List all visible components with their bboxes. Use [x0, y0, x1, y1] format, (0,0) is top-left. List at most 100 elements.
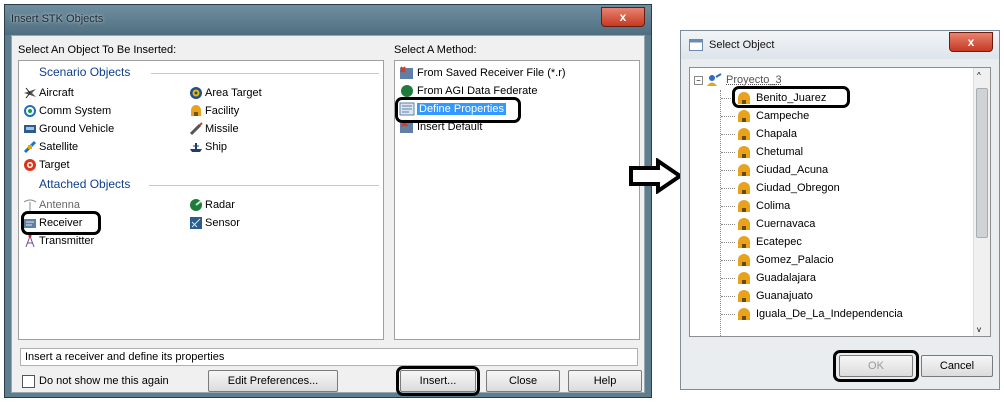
object-missile[interactable]: Missile	[189, 121, 239, 137]
object-area-target[interactable]: Area Target	[189, 85, 262, 101]
tree-branch-line	[721, 314, 735, 315]
receiver-file-icon	[399, 66, 415, 80]
tree-branch-line	[721, 152, 735, 153]
dialog-title: Insert STK Objects	[11, 13, 104, 25]
close-window-button[interactable]: x	[601, 7, 645, 27]
close-button[interactable]: Close	[486, 370, 560, 392]
group-divider	[151, 73, 379, 74]
facility-icon	[736, 145, 752, 159]
transmitter-icon	[23, 234, 37, 248]
tree-branch-line	[721, 188, 735, 189]
object-target[interactable]: Target	[23, 157, 70, 173]
insert-stk-objects-dialog: Insert STK Objects x Select An Object To…	[4, 4, 652, 398]
facility-icon	[736, 307, 752, 321]
dialog-client: Select An Object To Be Inserted: Select …	[11, 35, 645, 396]
tree-item[interactable]: Chapala	[736, 126, 797, 142]
tree-branch-line	[721, 224, 735, 225]
tree-branch-line	[721, 296, 735, 297]
tree-item[interactable]: Campeche	[736, 108, 809, 124]
tree-line	[720, 90, 721, 336]
tree-branch-line	[721, 278, 735, 279]
benito-juarez-highlight	[732, 86, 850, 108]
radar-icon	[189, 198, 203, 212]
insert-highlight	[396, 366, 480, 396]
object-sensor[interactable]: Sensor	[189, 215, 240, 231]
object-transmitter[interactable]: Transmitter	[23, 233, 94, 249]
facility-icon	[736, 289, 752, 303]
sensor-icon	[189, 216, 203, 230]
close-window-button[interactable]: x	[949, 32, 993, 52]
object-tree[interactable]: − Proyecto_3 Benito_Juarez Campeche Chapal…	[689, 67, 991, 337]
tree-scrollbar[interactable]: ^ v	[973, 68, 990, 336]
collapse-icon[interactable]: −	[694, 75, 703, 85]
tree-item[interactable]: Chetumal	[736, 144, 803, 160]
scroll-up-icon[interactable]: ^	[977, 71, 981, 80]
facility-icon	[736, 271, 752, 285]
objects-header: Select An Object To Be Inserted:	[18, 44, 177, 56]
facility-icon	[736, 181, 752, 195]
scroll-thumb[interactable]	[976, 88, 988, 238]
object-ship[interactable]: Ship	[189, 139, 227, 155]
scroll-down-icon[interactable]: v	[977, 325, 981, 334]
facility-icon	[736, 235, 752, 249]
methods-panel: From Saved Receiver File (*.r) From AGI …	[394, 60, 640, 340]
scenario-icon	[706, 73, 722, 87]
facility-icon	[736, 217, 752, 231]
facility-icon	[736, 163, 752, 177]
facility-icon	[736, 199, 752, 213]
target-icon	[23, 158, 37, 172]
tree-branch-line	[721, 242, 735, 243]
aircraft-icon	[23, 86, 37, 100]
object-facility[interactable]: Facility	[189, 103, 239, 119]
object-satellite[interactable]: Satellite	[23, 139, 78, 155]
facility-icon	[736, 109, 752, 123]
right-arrow-icon	[628, 157, 684, 197]
dont-show-label: Do not show me this again	[39, 375, 169, 387]
edit-preferences-button[interactable]: Edit Preferences...	[208, 370, 338, 392]
title-bar[interactable]: Select Object x	[681, 31, 999, 59]
tree-item[interactable]: Colima	[736, 198, 790, 214]
tree-branch-line	[721, 170, 735, 171]
comm-system-icon	[23, 104, 37, 118]
tree-item[interactable]: Gomez_Palacio	[736, 252, 834, 268]
antenna-icon	[23, 198, 37, 212]
object-ground-vehicle[interactable]: Ground Vehicle	[23, 121, 114, 137]
satellite-icon	[23, 140, 37, 154]
define-properties-highlight	[395, 97, 521, 123]
method-saved-receiver-file[interactable]: From Saved Receiver File (*.r)	[399, 65, 566, 81]
window-icon	[689, 39, 703, 54]
objects-panel: Scenario Objects Aircraft Comm System Gr…	[18, 60, 384, 340]
dont-show-checkbox[interactable]	[22, 375, 35, 388]
ship-icon	[189, 140, 203, 154]
tree-branch-line	[721, 260, 735, 261]
tree-item[interactable]: Cuernavaca	[736, 216, 815, 232]
tree-item[interactable]: Ciudad_Obregon	[736, 180, 840, 196]
object-radar[interactable]: Radar	[189, 197, 235, 213]
ok-highlight	[833, 350, 919, 382]
tree-item[interactable]: Guanajuato	[736, 288, 813, 304]
facility-icon	[189, 104, 203, 118]
tree-branch-line	[721, 134, 735, 135]
methods-header: Select A Method:	[394, 44, 477, 56]
group-divider	[149, 185, 379, 186]
facility-icon	[736, 253, 752, 267]
tree-branch-line	[721, 116, 735, 117]
facility-icon	[736, 127, 752, 141]
object-aircraft[interactable]: Aircraft	[23, 85, 74, 101]
data-federate-icon	[399, 84, 415, 98]
area-target-icon	[189, 86, 203, 100]
tree-item[interactable]: Iguala_De_La_Independencia	[736, 306, 903, 322]
tree-item[interactable]: Ecatepec	[736, 234, 802, 250]
object-comm-system[interactable]: Comm System	[23, 103, 111, 119]
tree-item[interactable]: Guadalajara	[736, 270, 816, 286]
attached-objects-group: Attached Objects	[39, 177, 131, 191]
cancel-button[interactable]: Cancel	[921, 355, 993, 377]
dialog-title: Select Object	[709, 39, 775, 51]
help-button[interactable]: Help	[568, 370, 642, 392]
scenario-objects-group: Scenario Objects	[39, 65, 131, 79]
status-bar: Insert a receiver and define its propert…	[20, 348, 638, 366]
tree-item[interactable]: Ciudad_Acuna	[736, 162, 828, 178]
receiver-highlight	[21, 211, 101, 235]
title-bar[interactable]: Insert STK Objects x	[5, 5, 651, 35]
ground-vehicle-icon	[23, 122, 37, 136]
